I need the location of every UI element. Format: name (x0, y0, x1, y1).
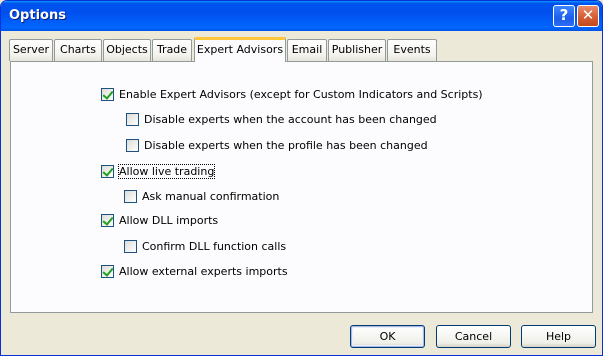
tab-objects[interactable]: Objects (103, 39, 151, 61)
disable-on-account-change-checkbox[interactable] (126, 112, 139, 126)
disable-on-profile-change-label[interactable]: Disable experts when the profile has bee… (144, 139, 428, 152)
tab-expert-advisors[interactable]: Expert Advisors (194, 37, 286, 62)
confirm-dll-calls-label[interactable]: Confirm DLL function calls (142, 240, 286, 253)
help-icon[interactable]: ? (553, 5, 575, 27)
close-icon[interactable]: ✕ (577, 5, 599, 27)
confirm-dll-calls-option[interactable]: Confirm DLL function calls (124, 238, 286, 254)
allow-dll-imports-checkbox[interactable] (101, 213, 114, 227)
disable-on-profile-change-option[interactable]: Disable experts when the profile has bee… (126, 137, 428, 153)
title-bar[interactable]: Options ? ✕ (1, 1, 602, 31)
allow-external-experts-imports-label[interactable]: Allow external experts imports (119, 265, 288, 278)
tab-publisher[interactable]: Publisher (328, 39, 386, 61)
expert-advisors-panel: Enable Expert Advisors (except for Custo… (10, 61, 593, 313)
enable-expert-advisors-label[interactable]: Enable Expert Advisors (except for Custo… (119, 88, 483, 101)
tab-charts[interactable]: Charts (54, 39, 102, 61)
allow-live-trading-label[interactable]: Allow live trading (117, 163, 216, 179)
allow-external-experts-imports-option[interactable]: Allow external experts imports (101, 263, 288, 279)
tab-server[interactable]: Server (9, 39, 53, 61)
tab-events[interactable]: Events (387, 39, 437, 61)
allow-external-experts-imports-checkbox[interactable] (101, 264, 114, 278)
ask-manual-confirmation-checkbox[interactable] (124, 189, 137, 203)
enable-expert-advisors-checkbox[interactable] (101, 87, 114, 101)
ask-manual-confirmation-label[interactable]: Ask manual confirmation (142, 190, 279, 203)
ok-button[interactable]: OK (350, 325, 425, 348)
ask-manual-confirmation-option[interactable]: Ask manual confirmation (124, 188, 279, 204)
enable-expert-advisors-option[interactable]: Enable Expert Advisors (except for Custo… (101, 86, 483, 102)
confirm-dll-calls-checkbox[interactable] (124, 239, 137, 253)
options-dialog: Options ? ✕ Server Charts Objects Trade … (0, 0, 603, 356)
allow-dll-imports-label[interactable]: Allow DLL imports (119, 214, 218, 227)
allow-live-trading-checkbox[interactable] (101, 164, 114, 178)
allow-dll-imports-option[interactable]: Allow DLL imports (101, 212, 218, 228)
help-button[interactable]: Help (521, 325, 596, 348)
tab-email[interactable]: Email (287, 39, 327, 61)
disable-on-profile-change-checkbox[interactable] (126, 138, 139, 152)
cancel-button[interactable]: Cancel (436, 325, 511, 348)
window-title: Options (9, 8, 66, 23)
tab-trade[interactable]: Trade (152, 39, 192, 61)
disable-on-account-change-option[interactable]: Disable experts when the account has bee… (126, 111, 437, 127)
allow-live-trading-option[interactable]: Allow live trading (101, 163, 216, 179)
disable-on-account-change-label[interactable]: Disable experts when the account has bee… (144, 113, 437, 126)
